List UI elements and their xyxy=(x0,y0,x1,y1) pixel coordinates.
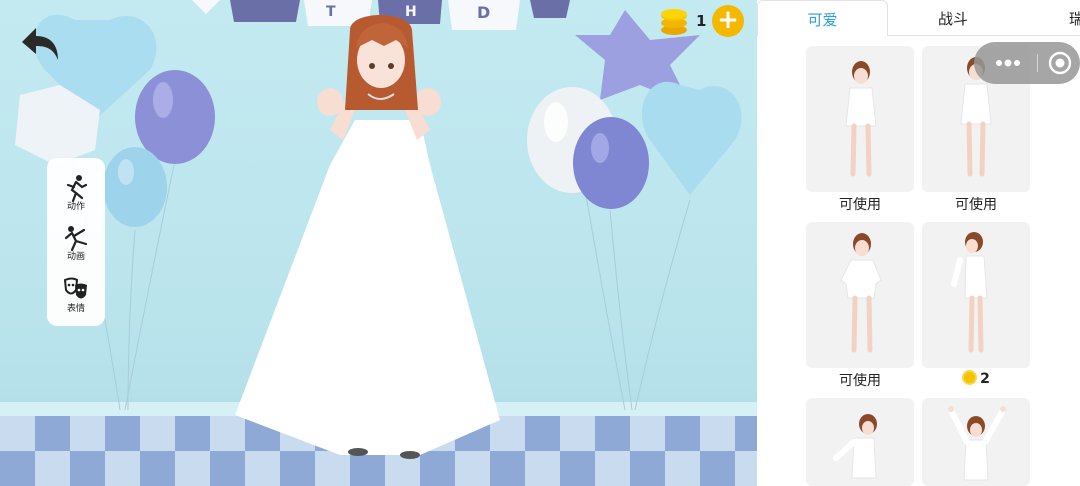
add-coin-button[interactable]: + xyxy=(712,5,744,37)
coin-icon xyxy=(962,370,978,385)
banner-letter-t: T xyxy=(326,4,336,20)
category-tabs: 可爱 战斗 瑞 xyxy=(757,0,1080,36)
side-menu: 动作 动画 表情 xyxy=(47,158,105,326)
pose-thumbnail xyxy=(845,61,877,177)
capsule-menu-button[interactable] xyxy=(986,42,1030,84)
back-button[interactable] xyxy=(16,18,64,66)
tab-third[interactable]: 瑞 xyxy=(1069,0,1080,36)
pose-card-2-status: 可使用 xyxy=(955,197,997,213)
menu-label-action: 动作 xyxy=(66,202,85,212)
dancing-figure-icon xyxy=(64,226,88,252)
pose-card-3-status: 可使用 xyxy=(839,373,881,389)
pose-card-4-price-value: 2 xyxy=(980,371,990,387)
running-figure-icon xyxy=(66,175,88,202)
pose-card-4[interactable] xyxy=(922,222,1030,368)
pose-card-5[interactable] xyxy=(806,398,914,486)
capsule-close-button[interactable] xyxy=(1040,42,1080,84)
menu-item-action[interactable]: 动作 xyxy=(47,174,105,224)
menu-label-expression: 表情 xyxy=(66,304,85,314)
tab-battle[interactable]: 战斗 xyxy=(923,0,983,36)
more-dots-icon xyxy=(996,59,1020,67)
menu-item-expression[interactable]: 表情 xyxy=(47,276,105,326)
tab-cute[interactable]: 可爱 xyxy=(757,0,888,36)
back-arrow-icon xyxy=(22,28,58,60)
pose-thumbnail xyxy=(833,414,877,479)
scene-decorations: T H D xyxy=(15,0,742,459)
scene-viewport[interactable]: T H D 动作 动画 表情 1 + xyxy=(0,0,757,486)
pose-card-3[interactable] xyxy=(806,222,914,368)
banner-letter-d: D xyxy=(477,3,490,22)
pose-card-6[interactable] xyxy=(922,398,1030,486)
pose-thumbnail xyxy=(840,233,882,353)
pose-card-1-status: 可使用 xyxy=(839,197,881,213)
coin-count: 1 xyxy=(696,12,707,30)
pose-thumbnail xyxy=(948,406,1006,481)
character-model xyxy=(235,15,500,459)
mini-program-capsule xyxy=(974,42,1080,84)
target-circle-icon xyxy=(1048,51,1072,75)
coin-stack-icon xyxy=(661,9,687,35)
pose-thumbnail xyxy=(951,232,988,353)
right-balloon-cluster xyxy=(527,10,742,209)
pose-card-4-price: 2 xyxy=(922,370,1030,387)
menu-label-animation: 动画 xyxy=(66,252,85,262)
theater-masks-icon xyxy=(63,277,87,299)
banner-letter-h: H xyxy=(405,4,417,20)
tab-divider xyxy=(888,35,1080,36)
menu-item-animation[interactable]: 动画 xyxy=(47,224,105,274)
capsule-divider xyxy=(1037,54,1038,72)
pose-card-1[interactable] xyxy=(806,46,914,192)
